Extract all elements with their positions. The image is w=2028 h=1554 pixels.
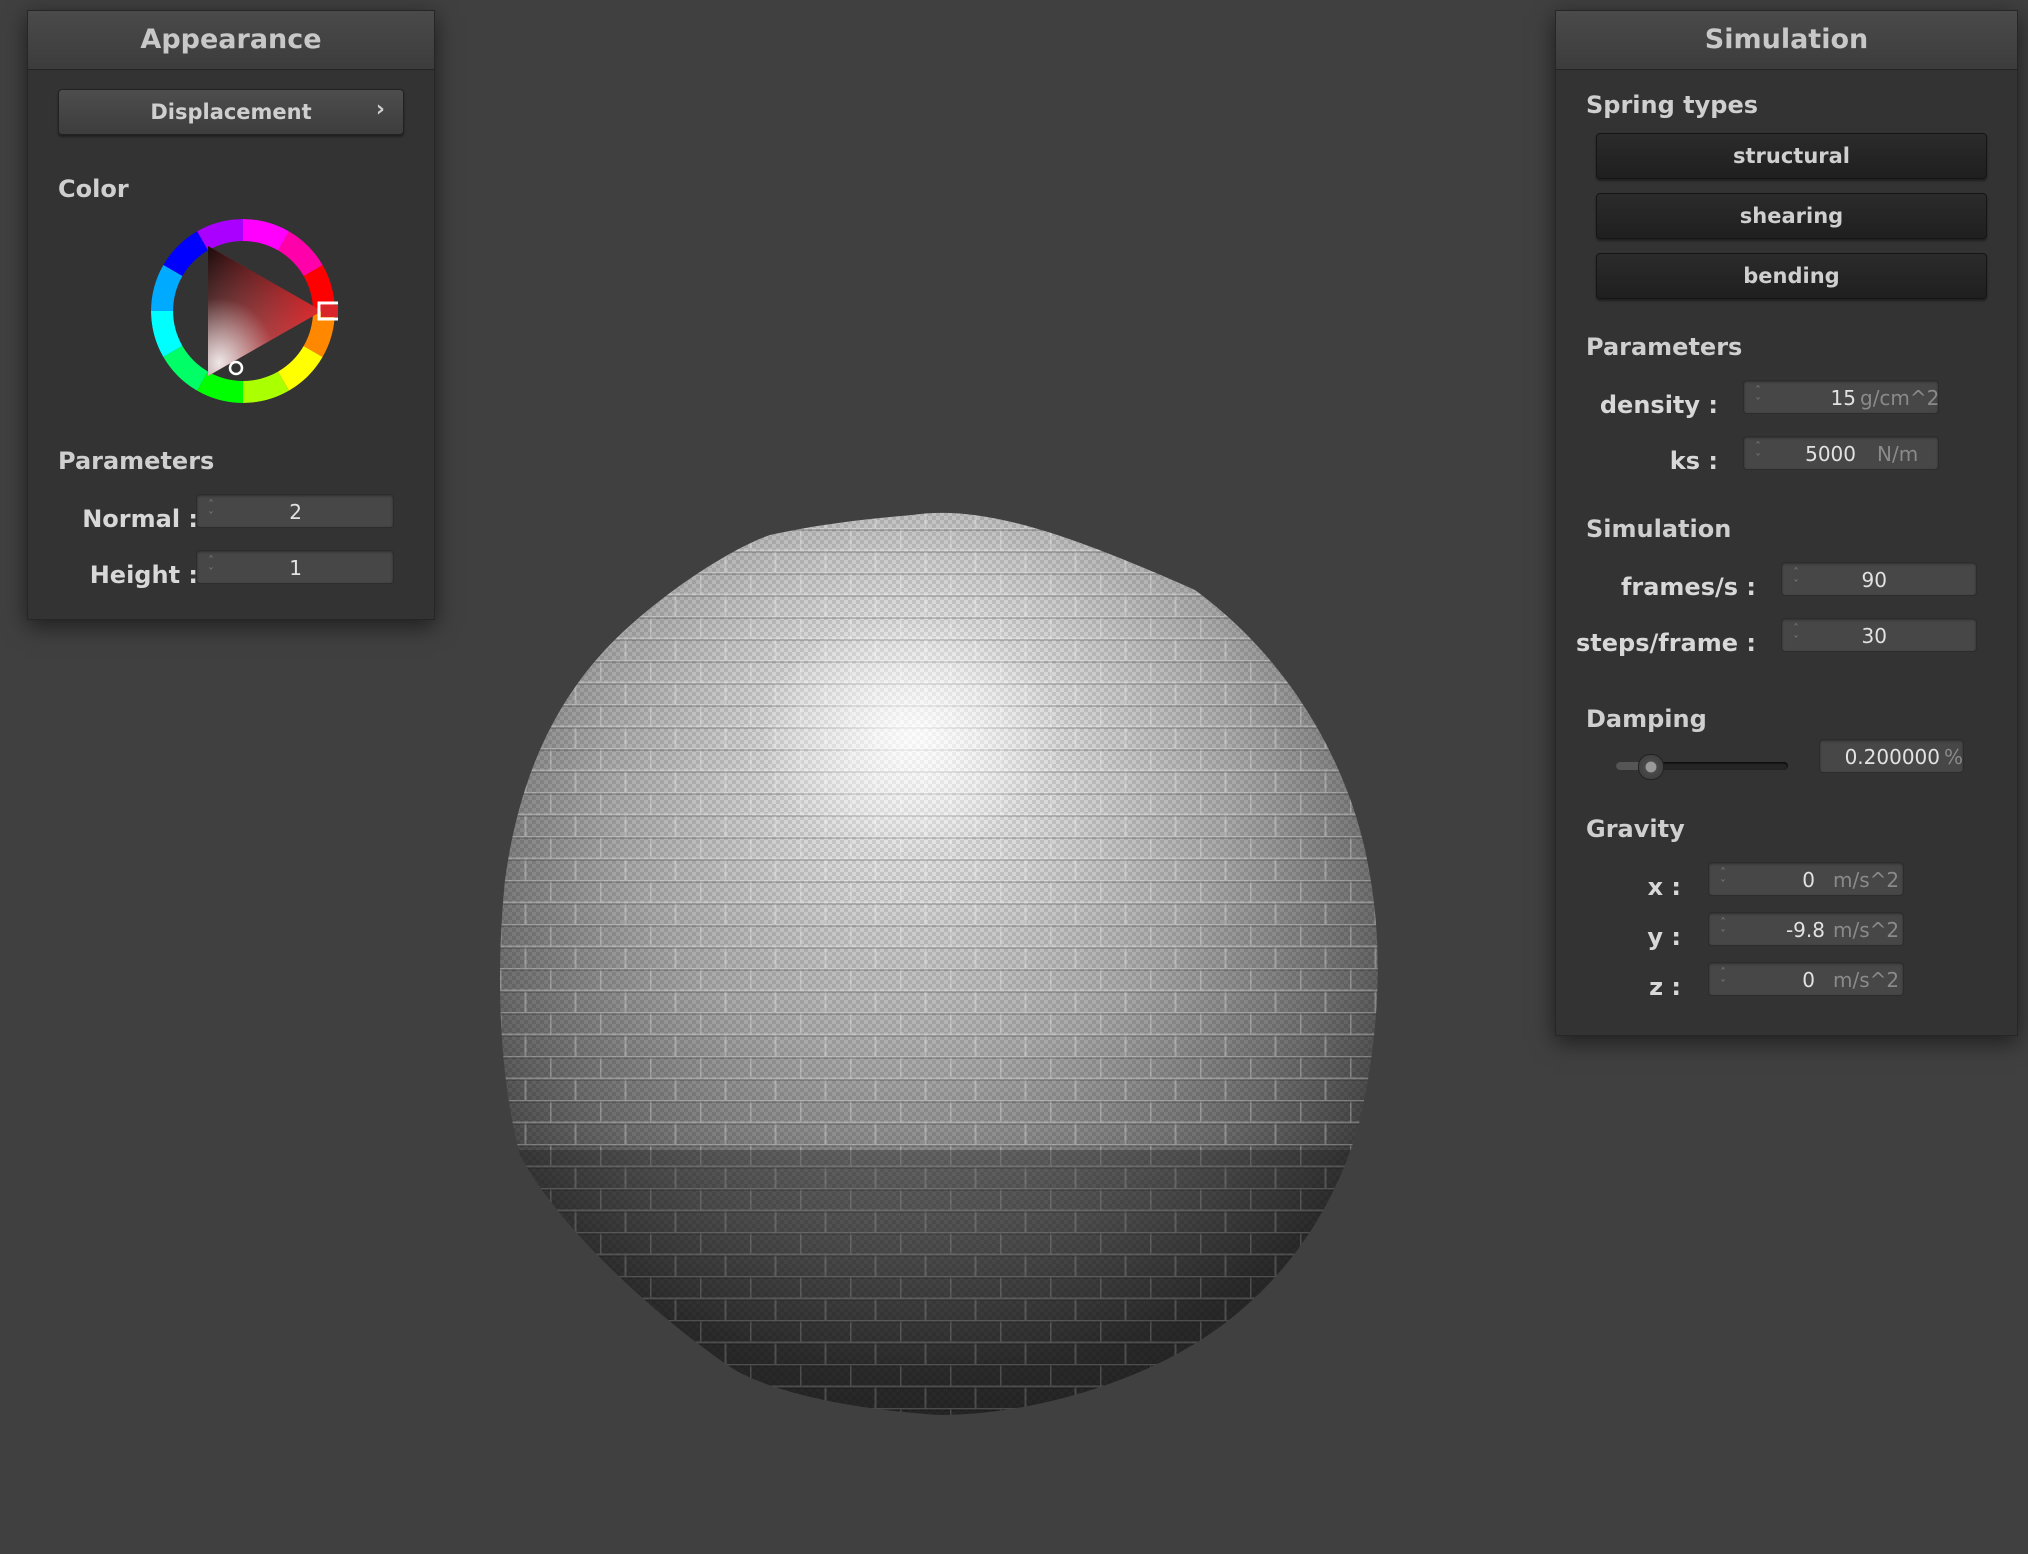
frames-per-second-input[interactable]: ˆˇ 90 (1781, 562, 1977, 596)
height-label: Height : (89, 561, 198, 589)
gravity-y-label: y : (1647, 923, 1681, 951)
steps-per-frame-label: steps/frame : (1576, 629, 1756, 657)
frames-per-second-label: frames/s : (1620, 573, 1756, 601)
normal-label: Normal : (82, 505, 198, 533)
spinner-arrows-icon[interactable]: ˆˇ (1752, 385, 1764, 409)
gravity-z-label: z : (1649, 973, 1681, 1001)
spinner-arrows-icon[interactable]: ˆˇ (1717, 917, 1729, 941)
gravity-x-input[interactable]: ˆˇ 0 m/s^2 (1708, 862, 1904, 896)
structural-spring-button[interactable]: structural (1596, 133, 1987, 179)
spinner-arrows-icon[interactable]: ˆˇ (1790, 623, 1802, 647)
gravity-x-label: x : (1647, 873, 1681, 901)
damping-slider[interactable] (1616, 751, 1788, 781)
damping-label: Damping (1586, 705, 1707, 733)
ks-input[interactable]: ˆˇ 5000 N/m (1743, 436, 1939, 470)
damping-input[interactable]: 0.200000 % (1819, 739, 1964, 773)
displacement-button[interactable]: Displacement › (58, 89, 404, 135)
bending-spring-button[interactable]: bending (1596, 253, 1987, 299)
height-value: 1 (289, 556, 302, 580)
frames-per-second-value: 90 (1861, 568, 1887, 592)
gravity-label: Gravity (1586, 815, 1685, 843)
ks-label: ks : (1669, 447, 1718, 475)
appearance-parameters-label: Parameters (58, 447, 215, 475)
gravity-y-value: -9.8 (1785, 918, 1825, 942)
density-input[interactable]: ˆˇ 15 g/cm^2 (1743, 380, 1939, 414)
spring-types-label: Spring types (1586, 91, 1759, 119)
damping-slider-knob[interactable] (1638, 754, 1665, 780)
gravity-z-input[interactable]: ˆˇ 0 m/s^2 (1708, 962, 1904, 996)
normal-value: 2 (289, 500, 302, 524)
color-label: Color (58, 175, 129, 203)
gravity-x-value: 0 (1802, 868, 1815, 892)
damping-value: 0.200000 (1844, 745, 1940, 769)
spinner-arrows-icon[interactable]: ˆˇ (1752, 441, 1764, 465)
gravity-z-unit: m/s^2 (1833, 968, 1900, 992)
chevron-right-icon: › (375, 97, 385, 122)
gravity-x-unit: m/s^2 (1833, 868, 1900, 892)
simulation-section-label: Simulation (1586, 515, 1732, 543)
steps-per-frame-input[interactable]: ˆˇ 30 (1781, 618, 1977, 652)
appearance-panel-title: Appearance (28, 11, 434, 70)
damping-unit: % (1944, 745, 1964, 769)
gravity-y-input[interactable]: ˆˇ -9.8 m/s^2 (1708, 912, 1904, 946)
density-label: density : (1599, 391, 1718, 419)
gravity-y-unit: m/s^2 (1833, 918, 1900, 942)
normal-input[interactable]: ˆˇ 2 (196, 494, 394, 528)
spinner-arrows-icon[interactable]: ˆˇ (205, 499, 217, 523)
simulation-panel-title: Simulation (1556, 11, 2017, 70)
ks-unit: N/m (1877, 442, 1919, 466)
color-wheel-icon[interactable] (148, 216, 338, 406)
spinner-arrows-icon[interactable]: ˆˇ (1790, 567, 1802, 591)
density-value: 15 (1830, 386, 1856, 410)
spinner-arrows-icon[interactable]: ˆˇ (205, 555, 217, 579)
density-unit: g/cm^2 (1860, 386, 1940, 410)
height-input[interactable]: ˆˇ 1 (196, 550, 394, 584)
simulation-panel: Simulation Spring types structural shear… (1555, 10, 2018, 1036)
spinner-arrows-icon[interactable]: ˆˇ (1717, 867, 1729, 891)
steps-per-frame-value: 30 (1861, 624, 1887, 648)
sim-parameters-label: Parameters (1586, 333, 1743, 361)
ks-value: 5000 (1805, 442, 1856, 466)
shearing-spring-button[interactable]: shearing (1596, 193, 1987, 239)
gravity-z-value: 0 (1802, 968, 1815, 992)
displacement-button-label: Displacement (150, 100, 312, 124)
appearance-panel: Appearance Displacement › Color Paramete… (27, 10, 435, 620)
spinner-arrows-icon[interactable]: ˆˇ (1717, 967, 1729, 991)
